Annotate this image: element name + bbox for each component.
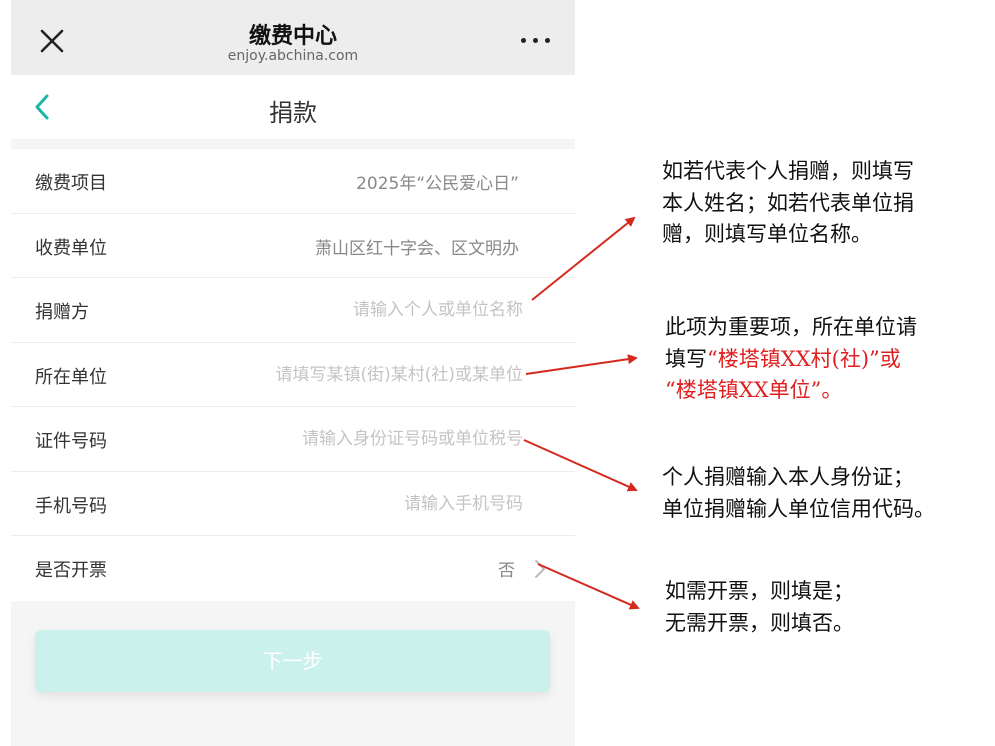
annotation-invoice: 如需开票，则填是； 无需开票，则填否。 [665, 576, 854, 639]
annotation-invoice-line1: 如需开票，则填是； [665, 579, 854, 603]
invoice-label: 是否开票 [35, 560, 107, 581]
annotation-unit-line2: 填写“楼塔镇XX村(社)”或 [665, 344, 917, 376]
donor-input[interactable] [183, 292, 523, 328]
annotation-unit-line2-highlight: “楼塔镇XX村(社)”或 [707, 346, 901, 371]
annotation-id-number: 个人捐赠输入本人身份证； 单位捐赠输人单位信用代码。 [662, 462, 935, 525]
form-row-phone: 手机号码 [11, 472, 575, 536]
annotation-unit-line3: “楼塔镇XX单位”。 [665, 378, 843, 402]
annotation-unit-line2-prefix: 填写 [665, 346, 707, 371]
next-step-button[interactable]: 下一步 [35, 630, 550, 692]
phone-screen: 缴费中心 enjoy.abchina.com 捐款 缴费项目 2025年“公民爱… [11, 0, 575, 746]
annotation-donor-line1: 如若代表个人捐赠，则填写 [662, 159, 914, 183]
item-value: 2025年“公民爱心日” [356, 174, 519, 194]
annotation-unit: 此项为重要项，所在单位请 填写“楼塔镇XX村(社)”或 “楼塔镇XX单位”。 [665, 312, 917, 407]
unit-input[interactable] [183, 356, 523, 393]
annotation-donor-line2: 本人姓名；如若代表单位捐 [662, 190, 914, 215]
donor-label: 捐赠方 [35, 302, 89, 323]
payee-label: 收费单位 [35, 237, 107, 259]
app-url: enjoy.abchina.com [227, 48, 359, 64]
form-row-id-number: 证件号码 [11, 407, 575, 472]
form-row-invoice[interactable]: 是否开票 否 [11, 536, 575, 601]
annotation-id-line1: 个人捐赠输入本人身份证； [662, 465, 914, 489]
id-number-input[interactable] [183, 421, 523, 457]
form-row-unit: 所在单位 [11, 343, 575, 407]
annotation-unit-line1: 此项为重要项，所在单位请 [665, 315, 917, 339]
form-row-donor: 捐赠方 [11, 278, 575, 343]
form-row-payee: 收费单位 萧山区红十字会、区文明办 [11, 214, 575, 278]
app-header: 缴费中心 enjoy.abchina.com [11, 0, 575, 75]
item-label: 缴费项目 [35, 173, 107, 194]
form-row-item: 缴费项目 2025年“公民爱心日” [11, 149, 575, 214]
unit-label: 所在单位 [35, 366, 107, 388]
annotation-invoice-line2: 无需开票，则填否。 [665, 610, 854, 635]
invoice-select-value[interactable]: 否 [498, 556, 515, 581]
donation-form: 缴费项目 2025年“公民爱心日” 收费单位 萧山区红十字会、区文明办 捐赠方 … [11, 149, 575, 601]
page-navbar: 捐款 [11, 75, 575, 139]
annotation-id-line2: 单位捐赠输人单位信用代码。 [662, 496, 935, 521]
chevron-right-icon[interactable] [533, 558, 547, 580]
id-number-label: 证件号码 [35, 431, 107, 452]
payee-value: 萧山区红十字会、区文明办 [315, 238, 519, 259]
page-title: 捐款 [269, 99, 317, 127]
app-title: 缴费中心 [248, 24, 337, 49]
annotation-donor: 如若代表个人捐赠，则填写 本人姓名；如若代表单位捐 赠，则填写单位名称。 [662, 156, 914, 251]
phone-label: 手机号码 [35, 495, 107, 517]
annotation-donor-line3: 赠，则填写单位名称。 [662, 222, 872, 246]
phone-input[interactable] [183, 485, 523, 522]
more-dots-icon[interactable] [519, 30, 553, 50]
